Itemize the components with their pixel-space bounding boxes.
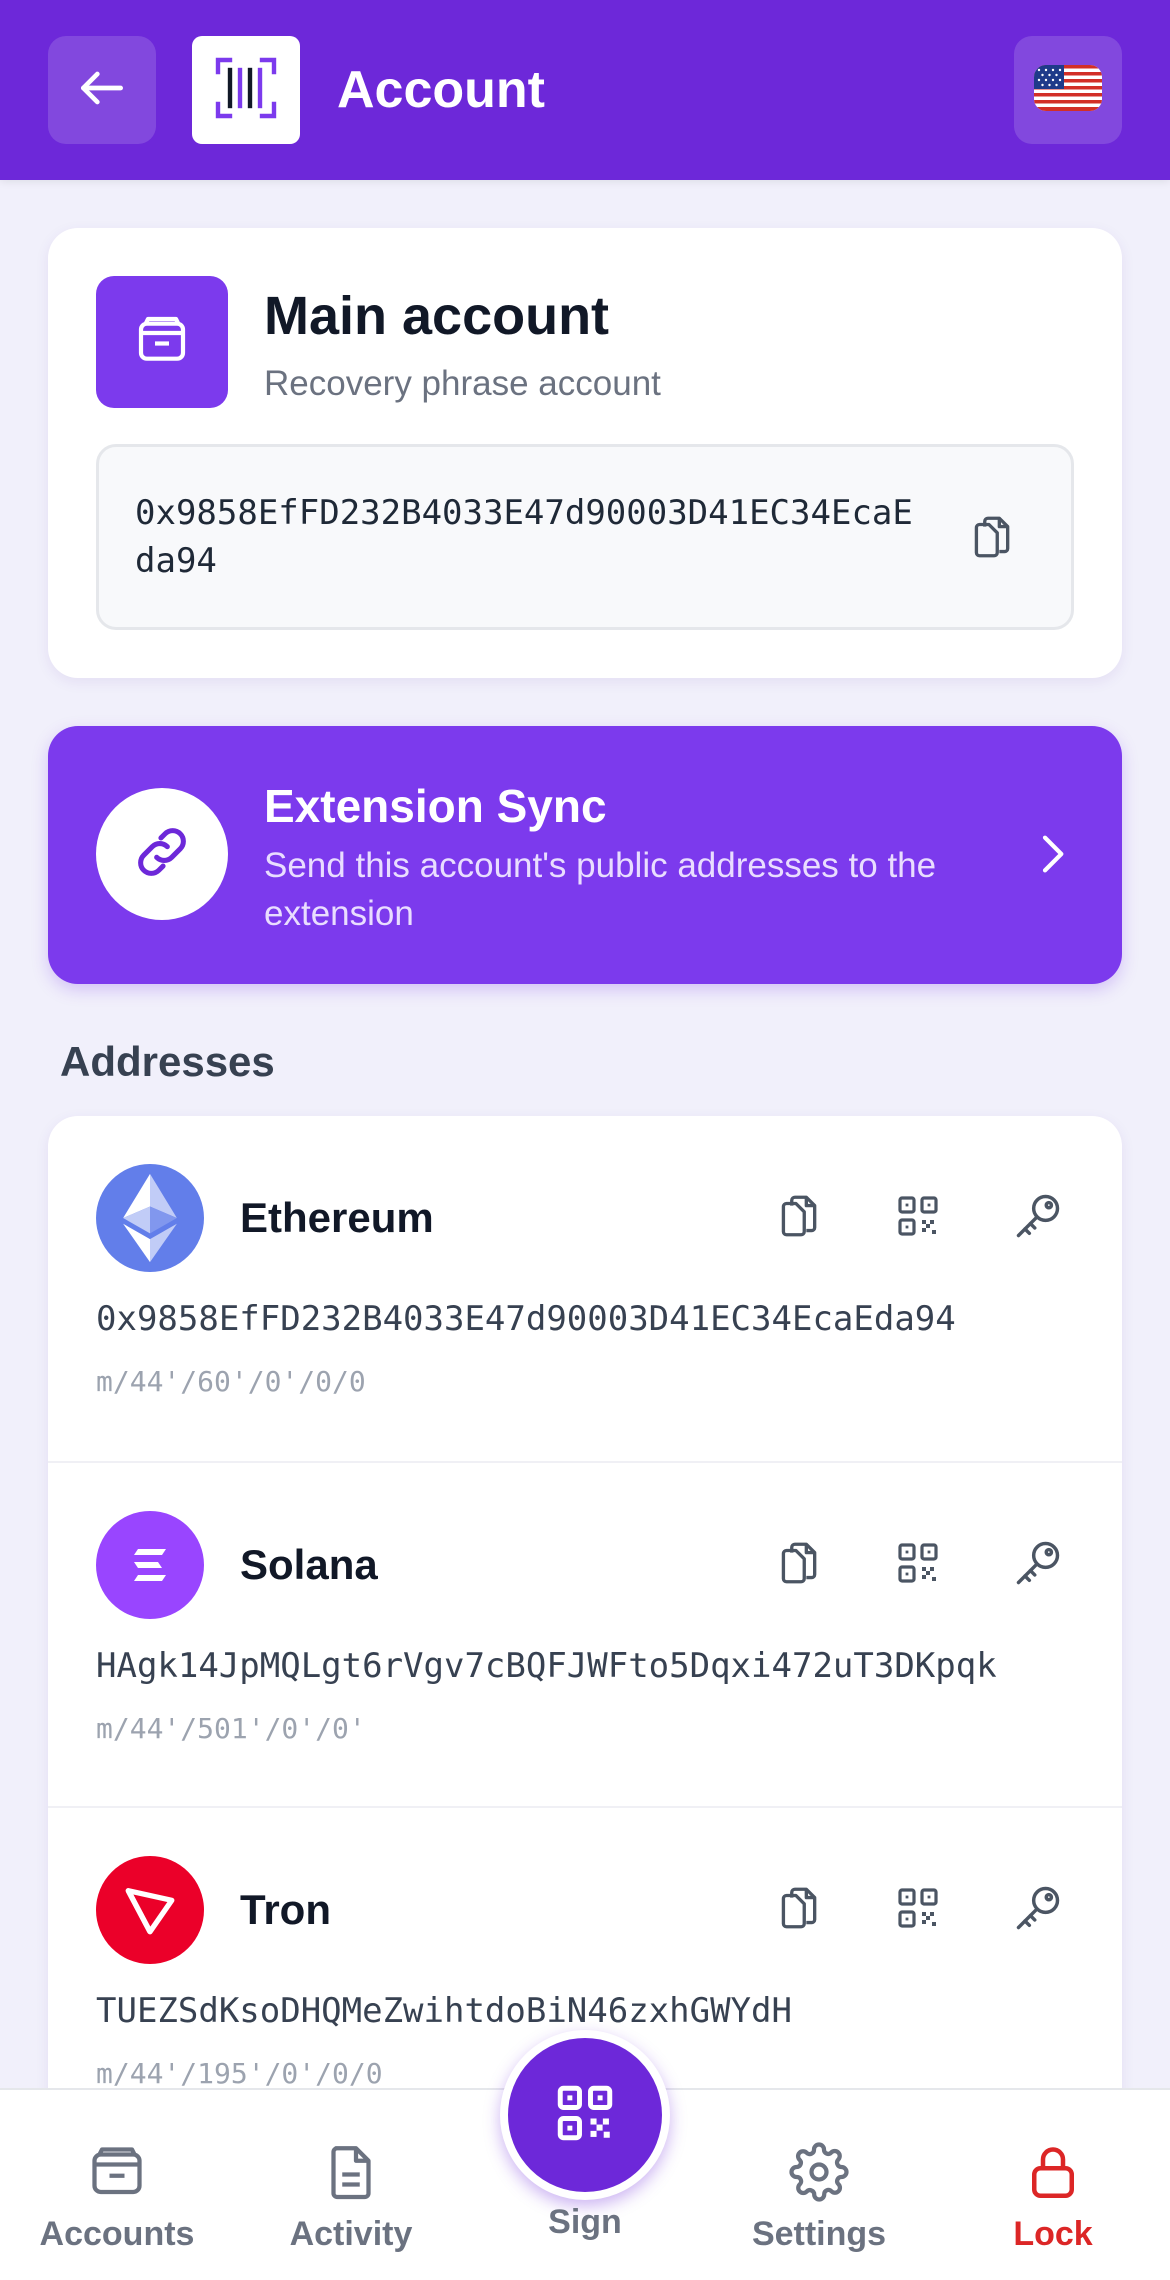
nav-sign-label: Sign xyxy=(548,2203,622,2241)
key-icon xyxy=(1012,1882,1064,1939)
back-button[interactable] xyxy=(48,36,156,144)
copy-button[interactable] xyxy=(766,1533,830,1597)
tron-icon xyxy=(96,1856,204,1964)
solana-icon xyxy=(96,1511,204,1619)
nav-sign[interactable]: Sign xyxy=(490,2030,680,2280)
language-button[interactable] xyxy=(1014,36,1122,144)
chain-address: 0x9858EfFD232B4033E47d90003D41EC34EcaEda… xyxy=(96,1299,956,1339)
qr-code-button[interactable] xyxy=(886,1878,950,1942)
barcode-logo-icon xyxy=(210,52,282,129)
copy-icon xyxy=(773,1883,823,1938)
nav-lock-label: Lock xyxy=(1013,2215,1093,2253)
qr-code-icon xyxy=(894,1539,942,1592)
qr-code-icon xyxy=(894,1884,942,1937)
extension-sync-title: Extension Sync xyxy=(264,780,607,832)
qr-code-button[interactable] xyxy=(886,1533,950,1597)
account-avatar xyxy=(96,276,228,408)
chain-address: TUEZSdKsoDHQMeZwihtdoBiN46zxhGWYdH xyxy=(96,1991,792,2031)
addresses-heading: Addresses xyxy=(60,1038,275,1085)
page-title: Account xyxy=(337,61,545,119)
nav-lock[interactable]: Lock xyxy=(948,2090,1158,2280)
chevron-right-icon xyxy=(1024,826,1080,882)
account-address: 0x9858EfFD232B4033E47d90003D41EC34EcaEda… xyxy=(135,493,913,581)
account-address-box: 0x9858EfFD232B4033E47d90003D41EC34EcaEda… xyxy=(96,444,1074,630)
copy-button[interactable] xyxy=(766,1878,830,1942)
key-icon xyxy=(1012,1190,1064,1247)
app-logo xyxy=(192,36,300,144)
gear-icon xyxy=(787,2140,851,2204)
chain-name: Tron xyxy=(240,1886,331,1933)
private-key-button[interactable] xyxy=(1006,1878,1070,1942)
lock-icon xyxy=(1021,2140,1085,2204)
nav-activity-label: Activity xyxy=(289,2215,413,2253)
derivation-path: m/44'/60'/0'/0/0 xyxy=(96,1365,366,1398)
app-header: Account xyxy=(0,0,1170,180)
derivation-path: m/44'/501'/0'/0' xyxy=(96,1712,366,1745)
document-icon xyxy=(319,2140,383,2204)
qr-code-button[interactable] xyxy=(886,1186,950,1250)
wallet-icon xyxy=(85,2140,149,2204)
link-icon xyxy=(130,820,194,889)
key-icon xyxy=(1012,1537,1064,1594)
nav-settings[interactable]: Settings xyxy=(714,2090,924,2280)
extension-sync-description: Send this account's public addresses to … xyxy=(264,846,937,933)
nav-accounts[interactable]: Accounts xyxy=(12,2090,222,2280)
chain-name: Ethereum xyxy=(240,1194,434,1241)
private-key-button[interactable] xyxy=(1006,1533,1070,1597)
nav-settings-label: Settings xyxy=(751,2215,887,2253)
main-account-card: Main account Recovery phrase account 0x9… xyxy=(48,228,1122,678)
ethereum-icon xyxy=(96,1164,204,1272)
qr-code-icon xyxy=(894,1192,942,1245)
nav-activity[interactable]: Activity xyxy=(246,2090,456,2280)
link-icon-wrap xyxy=(96,788,228,920)
wallet-icon xyxy=(134,312,190,373)
address-row-ethereum: Ethereum 0x9858EfFD232B4033E47d90003D41E… xyxy=(48,1116,1122,1461)
copy-icon xyxy=(773,1538,823,1593)
us-flag-icon xyxy=(1034,64,1102,116)
chain-name: Solana xyxy=(240,1541,378,1588)
chain-address: HAgk14JpMQLgt6rVgv7cBQFJWFto5Dqxi472uT3D… xyxy=(96,1646,997,1686)
sign-button[interactable] xyxy=(500,2030,670,2200)
address-row-solana: Solana HAgk14JpMQLgt6rVgv7cBQFJWFto5Dqxi… xyxy=(48,1461,1122,1806)
copy-icon xyxy=(966,512,1016,567)
nav-accounts-label: Accounts xyxy=(39,2215,195,2253)
copy-button[interactable] xyxy=(766,1186,830,1250)
copy-icon xyxy=(773,1191,823,1246)
account-name: Main account xyxy=(264,286,610,346)
extension-sync-button[interactable]: Extension Sync Send this account's publi… xyxy=(48,726,1122,984)
private-key-button[interactable] xyxy=(1006,1186,1070,1250)
qr-code-icon xyxy=(552,2080,618,2151)
arrow-left-icon xyxy=(74,60,130,121)
copy-address-button[interactable] xyxy=(959,507,1023,571)
account-subtitle: Recovery phrase account xyxy=(264,364,661,403)
